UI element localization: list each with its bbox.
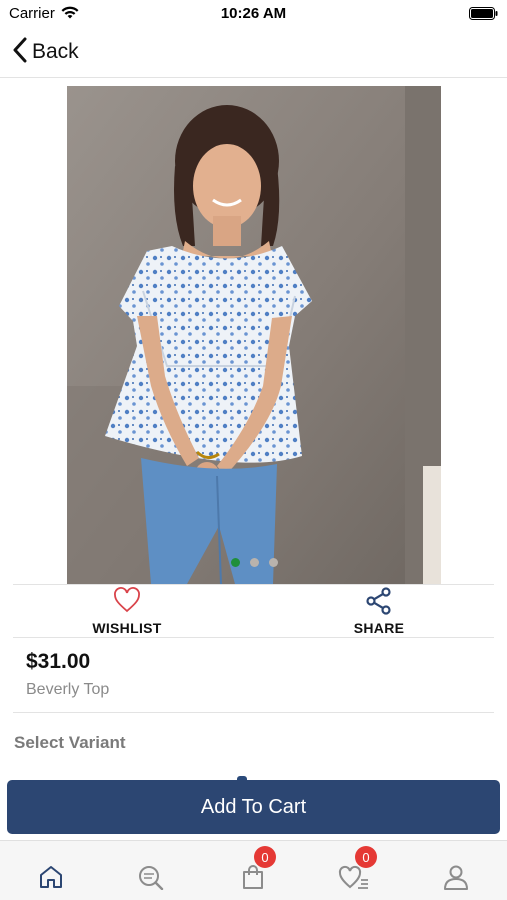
share-button[interactable]: SHARE xyxy=(299,585,459,639)
product-image-carousel[interactable] xyxy=(67,86,441,584)
product-photo xyxy=(67,86,441,584)
status-bar: Carrier 10:26 AM xyxy=(0,0,507,28)
tab-cart[interactable]: 0 xyxy=(213,841,293,900)
carousel-dot[interactable] xyxy=(268,558,278,567)
battery-icon xyxy=(469,7,498,25)
wishlist-count-badge: 0 xyxy=(355,846,377,868)
heart-outline-icon xyxy=(47,587,207,615)
product-name: Beverly Top xyxy=(26,681,110,698)
tab-search[interactable] xyxy=(112,841,192,900)
back-button[interactable]: Back xyxy=(12,36,79,68)
profile-icon xyxy=(416,864,496,890)
back-label: Back xyxy=(32,40,79,63)
share-label: SHARE xyxy=(353,620,405,636)
wishlist-button[interactable]: WISHLIST xyxy=(47,585,207,639)
chevron-left-icon xyxy=(12,37,28,68)
navigation-bar: Back xyxy=(0,28,507,78)
tab-bar: 0 0 xyxy=(0,840,507,900)
cart-count-badge: 0 xyxy=(254,846,276,868)
divider xyxy=(13,712,494,713)
wishlist-label: WISHLIST xyxy=(92,620,162,636)
wishlist-icon xyxy=(314,864,394,890)
tab-wishlist[interactable]: 0 xyxy=(314,841,394,900)
carousel-dot[interactable] xyxy=(230,558,240,567)
carousel-pagination xyxy=(67,558,441,567)
carousel-dot[interactable] xyxy=(249,558,259,567)
clock: 10:26 AM xyxy=(220,5,287,22)
share-icon xyxy=(299,587,459,615)
product-price: $31.00 xyxy=(26,650,91,673)
tab-home[interactable] xyxy=(11,841,91,900)
product-actions: WISHLIST SHARE xyxy=(13,584,494,638)
search-icon xyxy=(112,864,192,890)
add-to-cart-button[interactable]: Add To Cart xyxy=(7,780,500,834)
shopping-bag-icon xyxy=(213,864,293,890)
tab-profile[interactable] xyxy=(416,841,496,900)
select-variant-heading: Select Variant xyxy=(14,733,126,752)
home-icon xyxy=(11,864,91,890)
